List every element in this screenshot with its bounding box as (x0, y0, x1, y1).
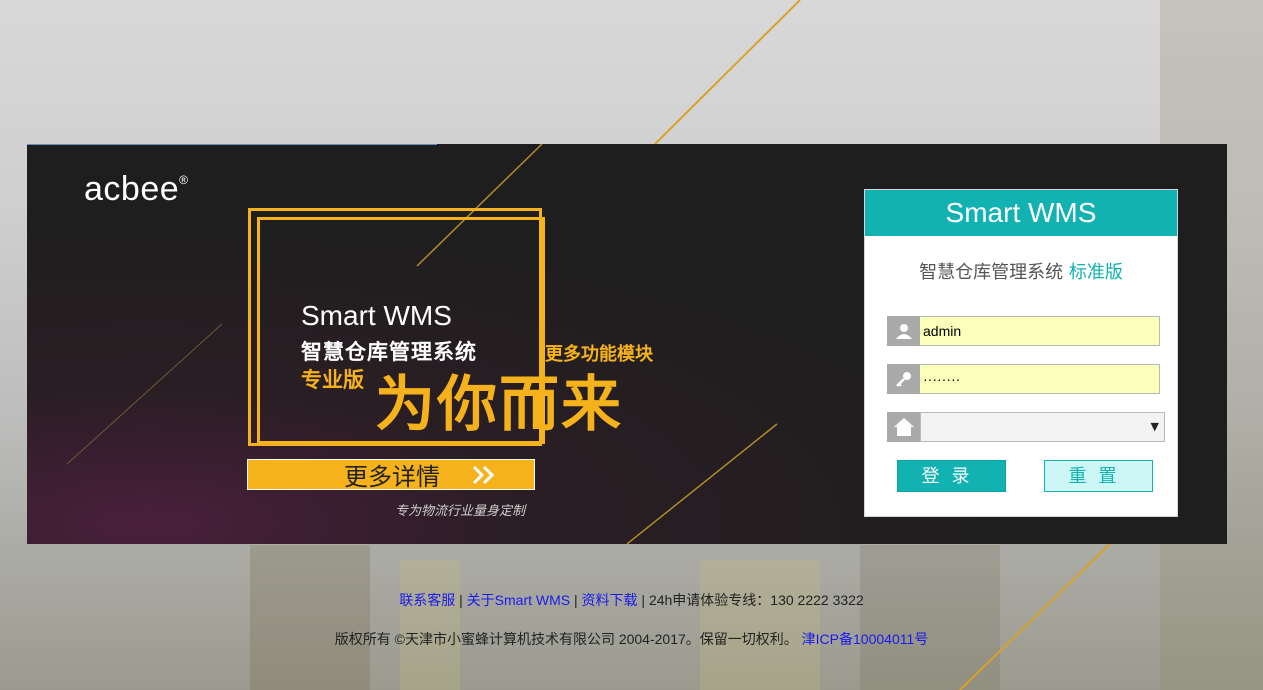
login-button[interactable]: 登录 (897, 460, 1006, 492)
warehouse-field: ▼ (887, 412, 1165, 442)
login-panel: Smart WMS 智慧仓库管理系统 标准版 ▼ 登 (864, 189, 1178, 517)
promo-slogan: 为你而来 (375, 370, 623, 440)
hero-banner: acbee® Smart WMS 智慧仓库管理系统 专业版 更多功能模块 为你而… (27, 144, 1227, 544)
promo-title-en: Smart WMS (301, 300, 452, 331)
double-chevron-right-icon (472, 465, 495, 484)
home-icon (887, 412, 920, 442)
warehouse-select[interactable]: ▼ (920, 412, 1165, 442)
password-field (887, 364, 1160, 394)
dropdown-caret-icon: ▼ (1150, 420, 1159, 433)
promo-tagline: 专为物流行业量身定制 (395, 504, 526, 519)
footer-links: 联系客服 | 关于Smart WMS | 资料下载 | 24h申请体验专线：13… (0, 590, 1263, 610)
key-icon (887, 364, 920, 394)
promo-edition: 专业版 (301, 368, 364, 392)
icp-link[interactable]: 津ICP备10004011号 (802, 631, 929, 647)
hotline-text: 24h申请体验专线：130 2222 3322 (648, 592, 864, 608)
password-input[interactable] (920, 364, 1160, 394)
more-details-label: 更多详情 (344, 463, 440, 491)
user-icon (887, 316, 920, 346)
login-header: Smart WMS (865, 190, 1177, 236)
more-details-button[interactable]: 更多详情 (247, 459, 535, 491)
username-field (887, 316, 1160, 346)
system-name: 智慧仓库管理系统 (919, 262, 1064, 283)
footer-separator: | (459, 592, 463, 608)
copyright-text: 版权所有 ©天津市小蜜蜂计算机技术有限公司 2004-2017。保留一切权利。 (334, 631, 798, 647)
footer-separator: | (574, 592, 578, 608)
footer-separator: | (641, 592, 646, 608)
edition-label: 标准版 (1068, 262, 1123, 283)
downloads-link[interactable]: 资料下载 (582, 592, 638, 608)
footer-copyright: 版权所有 ©天津市小蜜蜂计算机技术有限公司 2004-2017。保留一切权利。 … (0, 629, 1263, 649)
reset-button[interactable]: 重置 (1044, 460, 1153, 492)
contact-support-link[interactable]: 联系客服 (399, 592, 455, 608)
username-input[interactable] (920, 316, 1160, 346)
brand-logo: acbee® (84, 170, 189, 208)
login-subtitle: 智慧仓库管理系统 标准版 (865, 258, 1177, 284)
about-link[interactable]: 关于Smart WMS (467, 592, 570, 608)
